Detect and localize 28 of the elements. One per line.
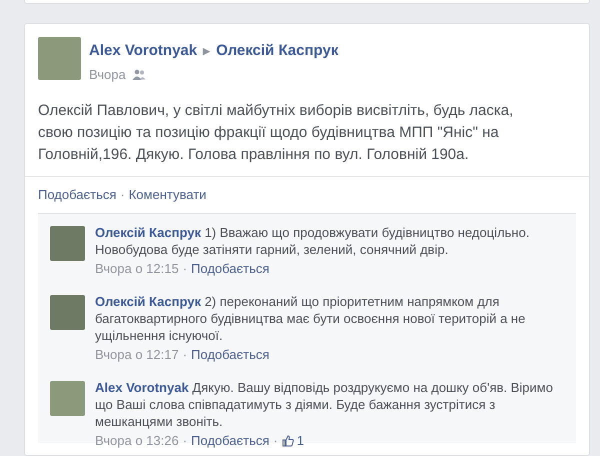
dot-separator: ·: [120, 186, 125, 204]
post-time[interactable]: Вчора: [89, 64, 126, 84]
like-link[interactable]: Подобається: [191, 346, 270, 363]
dot-separator: ·: [182, 260, 188, 277]
action-link[interactable]: Подобається: [38, 185, 116, 204]
action-link[interactable]: Коментувати: [128, 185, 206, 204]
author-link[interactable]: Олексій Каспрук: [95, 294, 201, 309]
avatar-photo-placeholder: [50, 295, 85, 330]
dot-separator: ·: [182, 432, 188, 449]
dot-separator: ·: [273, 432, 278, 449]
author-link[interactable]: Alex Vorotnyak: [95, 380, 189, 395]
avatar-photo-placeholder: [50, 381, 85, 416]
dot-separator: ·: [182, 346, 188, 363]
avatar-photo-placeholder: [38, 37, 81, 80]
comment-text: Олексій Каспрук 1) Вважаю що продовжувати будівництво недоцільно. Новобудова буде затіняти гарний, зелений, сонячний двір.: [95, 224, 530, 258]
author-link[interactable]: Alex Vorotnyak: [89, 40, 198, 62]
friends-icon: [132, 68, 146, 80]
author-link[interactable]: Олексій Каспрук: [95, 225, 201, 240]
like-link[interactable]: Подобається: [191, 432, 270, 449]
post-text: Олексій Павлович, у світлі майбутніх виборів висвітліть, будь ласка, свою позицію та позицію фракції щодо будівництва МПП "Яніс" на Головній,196. Дякую. Голова правління по вул. Головній 190а.: [37, 101, 514, 165]
avatar-photo-placeholder: [50, 226, 85, 261]
target-link[interactable]: Олексій Каспрук: [216, 40, 338, 62]
like-count[interactable]: 1: [282, 432, 304, 449]
like-link[interactable]: Подобається: [191, 260, 270, 277]
comment-text: Олексій Каспрук 2) переконаний що пріоритетним напрямком для багатоквартирного будівництва має бути освоєння нової територій а не ущільнення існуючої.: [95, 293, 526, 344]
comment-text: Alex Vorotnyak Дякую. Вашу відповідь роздрукуємо на дошку об'яв. Віримо що Ваші слова співпадатимуть з діями. Буде бажання зустрітися з мешканцями звоніть.: [95, 379, 554, 430]
thumbs-up-icon: [282, 434, 294, 446]
arrow-glyph: ▶: [203, 44, 210, 58]
